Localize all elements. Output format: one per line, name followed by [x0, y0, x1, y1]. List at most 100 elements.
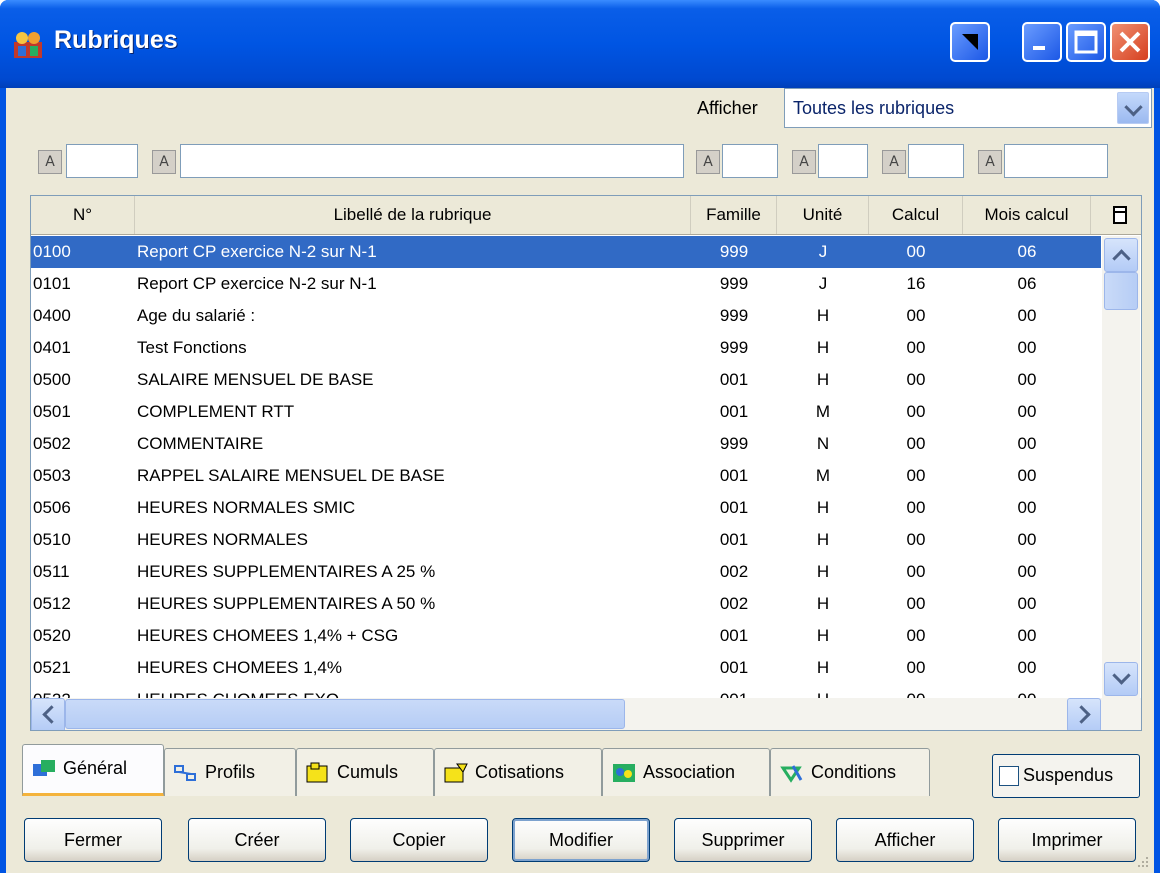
rubriques-table: N° Libellé de la rubrique Famille Unité … [30, 195, 1142, 731]
tab-general[interactable]: Général [22, 744, 164, 796]
cell-numero: 0506 [33, 498, 71, 517]
scroll-down-button[interactable] [1104, 662, 1138, 696]
cell-libelle: HEURES NORMALES SMIC [137, 498, 356, 517]
cell-unite: N [816, 434, 830, 453]
cell-numero: 0521 [33, 658, 71, 677]
afficher-selected-value: Toutes les rubriques [793, 98, 955, 118]
fermer-button[interactable]: Fermer [24, 818, 162, 862]
table-row[interactable]: 0101 Report CP exercice N-2 sur N-1 999 J 16… [31, 268, 1101, 300]
table-row[interactable]: 0100 Report CP exercice N-2 sur N-1 999 J 00… [31, 236, 1101, 268]
association-tab-icon [613, 764, 635, 783]
minimize-button[interactable] [1022, 22, 1062, 62]
client-area: Afficher Toutes les rubriques A A A A A … [6, 88, 1154, 873]
column-header-numero[interactable]: N° [31, 196, 135, 234]
tab-cotisations[interactable]: Cotisations [434, 748, 602, 796]
filter-icon[interactable]: A [152, 150, 176, 174]
table-row[interactable]: 0510 HEURES NORMALES 001 H 00 00 [31, 524, 1101, 556]
table-row[interactable]: 0512 HEURES SUPPLEMENTAIRES A 50 % 002 H 00 0… [31, 588, 1101, 620]
filter-input-unite[interactable] [818, 144, 868, 178]
table-row[interactable]: 0503 RAPPEL SALAIRE MENSUEL DE BASE 001 M 00… [31, 460, 1101, 492]
filter-input-mois-calcul[interactable] [1004, 144, 1108, 178]
cell-mois-calcul: 00 [1017, 498, 1037, 517]
cell-famille: 001 [719, 530, 749, 549]
tab-cotisations-label: Cotisations [475, 762, 565, 782]
filter-input-numero[interactable] [66, 144, 138, 178]
filter-icon[interactable]: A [38, 150, 62, 174]
cell-numero: 0100 [33, 242, 71, 261]
table-row[interactable]: 0520 HEURES CHOMEES 1,4% + CSG 001 H 00 00 [31, 620, 1101, 652]
cell-calcul: 00 [906, 370, 926, 389]
cell-mois-calcul: 00 [1017, 434, 1037, 453]
vertical-scroll-thumb[interactable] [1104, 272, 1138, 310]
cell-numero: 0520 [33, 626, 71, 645]
column-header-unite[interactable]: Unité [777, 196, 869, 234]
cell-numero: 0502 [33, 434, 71, 453]
filter-input-libelle[interactable] [180, 144, 684, 178]
cell-famille: 999 [719, 434, 749, 453]
horizontal-scrollbar[interactable] [31, 698, 1141, 730]
modifier-button[interactable]: Modifier [512, 818, 650, 862]
vertical-scrollbar[interactable] [1102, 236, 1140, 698]
cell-calcul: 00 [906, 658, 926, 677]
chevron-down-icon[interactable] [1117, 92, 1149, 124]
cell-unite: M [815, 466, 831, 485]
tab-cumuls[interactable]: Cumuls [296, 748, 434, 796]
cell-famille: 001 [719, 658, 749, 677]
horizontal-scroll-thumb[interactable] [65, 699, 625, 729]
tab-profils[interactable]: Profils [164, 748, 296, 796]
help-context-button[interactable] [950, 22, 990, 62]
cell-calcul: 00 [906, 242, 926, 261]
table-row[interactable]: 0401 Test Fonctions 999 H 00 00 [31, 332, 1101, 364]
suspendus-label: Suspendus [1023, 765, 1114, 785]
tab-association[interactable]: Association [602, 748, 770, 796]
cell-numero: 0512 [33, 594, 71, 613]
copier-button[interactable]: Copier [350, 818, 488, 862]
creer-button[interactable]: Créer [188, 818, 326, 862]
scroll-left-button[interactable] [31, 698, 65, 730]
filter-icon[interactable]: A [792, 150, 816, 174]
filter-input-famille[interactable] [722, 144, 778, 178]
supprimer-button[interactable]: Supprimer [674, 818, 812, 862]
close-button[interactable] [1110, 22, 1150, 62]
cell-numero: 0510 [33, 530, 71, 549]
scroll-right-button[interactable] [1067, 698, 1101, 730]
suspendus-checkbox-box[interactable] [999, 766, 1019, 786]
filter-icon[interactable]: A [978, 150, 1002, 174]
title-bar[interactable]: Rubriques [0, 0, 1160, 88]
afficher-select[interactable]: Toutes les rubriques [784, 88, 1152, 128]
column-header-libelle[interactable]: Libellé de la rubrique [135, 196, 691, 234]
filter-input-calcul[interactable] [908, 144, 964, 178]
tab-conditions-label: Conditions [811, 762, 897, 782]
cell-famille: 999 [719, 306, 749, 325]
resize-grip-icon[interactable] [1134, 853, 1150, 869]
table-row[interactable]: 0521 HEURES CHOMEES 1,4% 001 H 00 00 [31, 652, 1101, 684]
cell-mois-calcul: 00 [1017, 466, 1037, 485]
table-row[interactable]: 0502 COMMENTAIRE 999 N 00 00 [31, 428, 1101, 460]
imprimer-button[interactable]: Imprimer [998, 818, 1136, 862]
cell-libelle: HEURES CHOMEES 1,4% + CSG [137, 626, 399, 645]
table-row[interactable]: 0506 HEURES NORMALES SMIC 001 H 00 00 [31, 492, 1101, 524]
cell-numero: 0401 [33, 338, 71, 357]
cell-libelle: Age du salarié : [137, 306, 256, 325]
cell-calcul: 00 [906, 402, 926, 421]
column-header-famille[interactable]: Famille [691, 196, 777, 234]
table-row[interactable]: 0500 SALAIRE MENSUEL DE BASE 001 H 00 00 [31, 364, 1101, 396]
column-chooser-icon[interactable] [1111, 204, 1131, 226]
suspendus-checkbox[interactable]: Suspendus [992, 754, 1140, 798]
cell-calcul: 00 [906, 434, 926, 453]
cell-mois-calcul: 00 [1017, 306, 1037, 325]
tab-conditions[interactable]: Conditions [770, 748, 930, 796]
afficher-button[interactable]: Afficher [836, 818, 974, 862]
cell-unite: H [816, 530, 830, 549]
filter-icon[interactable]: A [696, 150, 720, 174]
table-row[interactable]: 0501 COMPLEMENT RTT 001 M 00 00 [31, 396, 1101, 428]
maximize-button[interactable] [1066, 22, 1106, 62]
column-header-calcul[interactable]: Calcul [869, 196, 963, 234]
cell-libelle: HEURES CHOMEES 1,4% [137, 658, 342, 677]
filter-icon[interactable]: A [882, 150, 906, 174]
column-header-mois-calcul[interactable]: Mois calcul [963, 196, 1091, 234]
scroll-up-button[interactable] [1104, 238, 1138, 272]
table-row[interactable]: 0400 Age du salarié : 999 H 00 00 [31, 300, 1101, 332]
tab-cumuls-label: Cumuls [337, 762, 399, 782]
table-row[interactable]: 0511 HEURES SUPPLEMENTAIRES A 25 % 002 H 00 0… [31, 556, 1101, 588]
